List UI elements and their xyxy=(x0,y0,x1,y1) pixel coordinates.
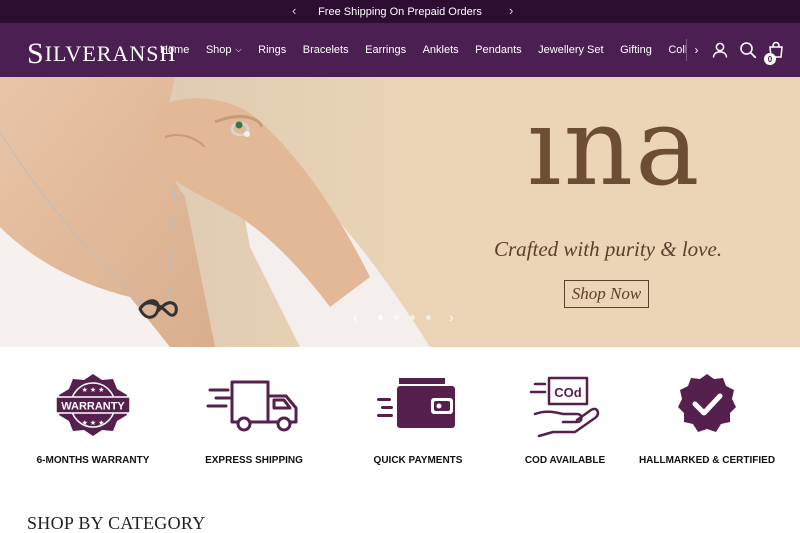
delivery-truck-icon xyxy=(206,380,298,432)
cart-count-badge: 0 xyxy=(764,53,776,65)
nav-item-home[interactable]: Home xyxy=(160,44,189,56)
logo[interactable]: SILVERANSH xyxy=(27,37,176,71)
shop-now-button[interactable]: Shop Now xyxy=(564,280,649,308)
logo-initial: S xyxy=(27,37,45,70)
section-title: SHOP BY CATEGORY xyxy=(27,513,206,533)
announcement-prev-icon[interactable]: ‹ xyxy=(292,3,296,18)
search-icon[interactable] xyxy=(739,41,757,59)
warranty-badge-text: WARRANTY xyxy=(61,401,125,413)
main-nav: Home Shop ⌵ Rings Bracelets Earrings Ankl… xyxy=(160,23,687,77)
hero-banner[interactable]: ına Crafted with purity & love. Shop Now… xyxy=(0,77,800,347)
hero-brand-wordmark: ına xyxy=(527,85,702,210)
nav-item-gifting[interactable]: Gifting xyxy=(620,44,652,56)
slider-dot[interactable] xyxy=(378,315,383,320)
feature-label: QUICK PAYMENTS xyxy=(373,455,463,466)
chevron-down-icon: ⌵ xyxy=(235,45,242,54)
cod-hand-icon: COd xyxy=(529,376,600,438)
feature-label: COD AVAILABLE xyxy=(524,455,606,466)
certified-check-icon xyxy=(678,374,736,432)
nav-label: Home xyxy=(160,44,190,56)
nav-item-bracelets[interactable]: Bracelets xyxy=(303,44,349,56)
slider-next-icon[interactable]: › xyxy=(449,309,454,325)
feature-quick-payments: QUICK PAYMENTS xyxy=(348,370,488,470)
nav-label: Gifting xyxy=(620,44,652,56)
nav-label: Anklets xyxy=(422,44,459,56)
nav-label: Shop xyxy=(205,44,232,56)
feature-express-shipping: EXPRESS SHIPPING xyxy=(184,370,324,470)
slider-prev-icon[interactable]: ‹ xyxy=(353,309,358,325)
nav-item-jewellery-set[interactable]: Jewellery Set xyxy=(538,44,603,56)
cod-badge-text: COd xyxy=(554,385,582,400)
nav-label: Collections xyxy=(668,44,687,56)
announcement-bar: ‹ Free Shipping On Prepaid Orders › xyxy=(0,0,800,23)
warranty-badge-icon: WARRANTY ★ ★ ★ ★ ★ ★ xyxy=(55,374,131,436)
site-header: SILVERANSH Home Shop ⌵ Rings Bracelets Ea… xyxy=(0,23,800,77)
svg-text:★ ★ ★: ★ ★ ★ xyxy=(82,386,105,394)
feature-warranty: WARRANTY ★ ★ ★ ★ ★ ★ 6-MONTHS WARRANTY xyxy=(23,370,163,470)
feature-label: HALLMARKED & CERTIFIED xyxy=(638,455,776,466)
nav-label: Earrings xyxy=(365,44,407,56)
slider-dot[interactable] xyxy=(426,315,431,320)
nav-item-shop[interactable]: Shop ⌵ xyxy=(206,44,242,56)
nav-label: Jewellery Set xyxy=(538,44,604,56)
feature-cod-available: COd COD AVAILABLE xyxy=(495,370,635,470)
feature-hallmarked: HALLMARKED & CERTIFIED xyxy=(637,370,777,470)
nav-item-rings[interactable]: Rings xyxy=(258,44,286,56)
wallet-icon xyxy=(377,378,455,428)
announcement-next-icon[interactable]: › xyxy=(509,3,513,18)
nav-item-earrings[interactable]: Earrings xyxy=(365,44,406,56)
slider-dot[interactable] xyxy=(410,315,415,320)
feature-label: 6-MONTHS WARRANTY xyxy=(36,455,150,466)
nav-label: Pendants xyxy=(475,44,522,56)
nav-label: Rings xyxy=(258,44,287,56)
feature-label: EXPRESS SHIPPING xyxy=(205,455,303,466)
nav-item-pendants[interactable]: Pendants xyxy=(475,44,521,56)
nav-item-anklets[interactable]: Anklets xyxy=(423,44,459,56)
nav-scroll-next-icon[interactable]: › xyxy=(686,39,706,61)
account-icon[interactable] xyxy=(711,41,729,59)
nav-item-collections[interactable]: Collections xyxy=(668,44,687,56)
slider-dot[interactable] xyxy=(394,315,399,320)
hero-tagline: Crafted with purity & love. xyxy=(494,237,723,261)
announcement-text: Free Shipping On Prepaid Orders xyxy=(318,5,482,18)
svg-text:★ ★ ★: ★ ★ ★ xyxy=(82,419,105,427)
hero-model-image xyxy=(0,77,440,347)
nav-label: Bracelets xyxy=(302,44,349,56)
logo-text: ILVERANSH xyxy=(44,41,177,66)
